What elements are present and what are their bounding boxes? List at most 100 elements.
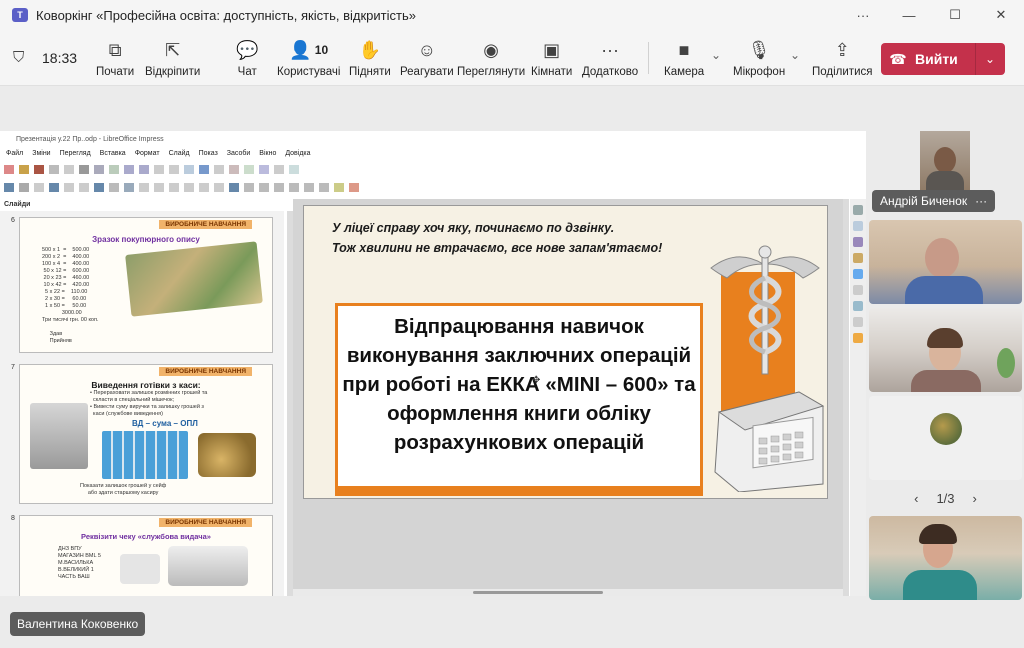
microphone-button[interactable]: 🎙 Мікрофон <box>733 38 785 78</box>
thumbnail-tag: ВИРОБНИЧЕ НАВЧАННЯ <box>159 220 252 229</box>
speaker-video[interactable] <box>920 131 970 193</box>
more-options-icon[interactable]: ··· <box>975 194 987 208</box>
save-icon[interactable] <box>34 165 44 174</box>
new-icon[interactable] <box>4 165 14 174</box>
print-icon[interactable] <box>64 165 74 174</box>
block-arrows-icon[interactable] <box>169 183 179 192</box>
open-icon[interactable] <box>19 165 29 174</box>
record-button[interactable]: ⧉ Почати <box>96 38 134 78</box>
spellcheck-icon[interactable] <box>169 165 179 174</box>
display-view-icon[interactable] <box>199 165 209 174</box>
line-icon[interactable] <box>49 183 59 192</box>
callouts-icon[interactable] <box>199 183 209 192</box>
menu-item[interactable]: Вставка <box>100 150 126 161</box>
participant-avatar-tile[interactable] <box>869 396 1022 480</box>
filter-icon[interactable] <box>334 183 344 192</box>
minimize-button[interactable]: — <box>886 0 932 30</box>
image-icon[interactable] <box>229 165 239 174</box>
chevron-left-icon[interactable]: ‹ <box>914 491 918 506</box>
ellipse-icon[interactable] <box>79 183 89 192</box>
menu-item[interactable]: Вікно <box>259 150 276 161</box>
shadow-icon[interactable] <box>304 183 314 192</box>
grid-icon[interactable] <box>184 165 194 174</box>
slide-thumbnail-6[interactable]: 6 ВИРОБНИЧЕ НАВЧАННЯ Зразок покупюрного … <box>11 217 273 353</box>
close-button[interactable]: ✕ <box>978 0 1024 30</box>
share-button[interactable]: ⇪ Поділитися <box>812 38 872 78</box>
crop-icon[interactable] <box>319 183 329 192</box>
table-icon[interactable] <box>214 165 224 174</box>
distribute-icon[interactable] <box>289 183 299 192</box>
slide-transition-icon[interactable] <box>853 221 863 231</box>
speaker-name-tag[interactable]: Андрій Биченок ··· <box>872 190 996 212</box>
slide-thumbnail-7[interactable]: 7 ВИРОБНИЧЕ НАВЧАННЯ Виведення готівки з… <box>11 364 273 504</box>
styles-icon[interactable] <box>853 237 863 247</box>
arrange-icon[interactable] <box>274 183 284 192</box>
arrow-icon[interactable] <box>94 183 104 192</box>
select-icon[interactable] <box>4 183 14 192</box>
current-slide[interactable]: У ліцеї справу хоч яку, починаємо по дзв… <box>303 205 828 499</box>
menu-item[interactable]: Засоби <box>227 150 251 161</box>
camera-button[interactable]: ■ Камера <box>664 38 704 78</box>
register-image <box>168 546 248 586</box>
flowchart-icon[interactable] <box>184 183 194 192</box>
align-icon[interactable] <box>259 183 269 192</box>
horizontal-scrollbar[interactable] <box>293 589 843 596</box>
menu-item[interactable]: Слайд <box>169 150 190 161</box>
react-button[interactable]: ☺ Реагувати <box>400 38 454 78</box>
text-icon[interactable] <box>34 183 44 192</box>
glue-icon[interactable] <box>349 183 359 192</box>
gallery-icon[interactable] <box>853 253 863 263</box>
rectangle-icon[interactable] <box>64 183 74 192</box>
copy-icon[interactable] <box>94 165 104 174</box>
popout-button[interactable]: ⇱ Відкріпити <box>145 38 200 78</box>
fontwork-icon[interactable] <box>289 165 299 174</box>
paste-icon[interactable] <box>109 165 119 174</box>
rooms-button[interactable]: ▣ Кімнати <box>531 38 572 78</box>
menu-item[interactable]: Файл <box>6 150 23 161</box>
symbol-shapes-icon[interactable] <box>154 183 164 192</box>
special-char-icon[interactable] <box>274 165 284 174</box>
people-button[interactable]: 👤 10 Користувачі <box>277 38 340 78</box>
raise-hand-button[interactable]: ✋ Підняти <box>349 38 391 78</box>
stars-icon[interactable] <box>214 183 224 192</box>
participant-video-tile[interactable] <box>869 308 1022 392</box>
connector-icon[interactable] <box>124 183 134 192</box>
slide-layouts-icon[interactable] <box>853 333 863 343</box>
chat-button[interactable]: 💬 Чат <box>236 38 258 78</box>
cut-icon[interactable] <box>79 165 89 174</box>
menu-item[interactable]: Перегляд <box>60 150 91 161</box>
find-icon[interactable] <box>154 165 164 174</box>
slide-thumbnail-8[interactable]: 8 ВИРОБНИЧЕ НАВЧАННЯ Реквізити чеку «слу… <box>11 515 273 596</box>
leave-chevron-down-icon[interactable]: ⌄ <box>976 52 1004 66</box>
menu-item[interactable]: Зміни <box>32 150 50 161</box>
participant-video-tile[interactable] <box>869 220 1022 304</box>
participant-video-tile[interactable] <box>869 516 1022 600</box>
vertical-scrollbar[interactable] <box>843 199 849 596</box>
chart-icon[interactable] <box>244 165 254 174</box>
menu-item[interactable]: Довідка <box>285 150 310 161</box>
redo-icon[interactable] <box>139 165 149 174</box>
view-button[interactable]: ◉ Переглянути <box>457 38 525 78</box>
textbox-icon[interactable] <box>259 165 269 174</box>
rotate-icon[interactable] <box>244 183 254 192</box>
menu-item[interactable]: Показ <box>199 150 218 161</box>
menu-item[interactable]: Формат <box>135 150 160 161</box>
master-slides-icon[interactable] <box>853 301 863 311</box>
undo-icon[interactable] <box>124 165 134 174</box>
curve-icon[interactable] <box>109 183 119 192</box>
window-more-button[interactable]: ··· <box>840 0 886 30</box>
zoom-icon[interactable] <box>19 183 29 192</box>
camera-chevron-down-icon[interactable]: ⌄ <box>711 48 721 62</box>
navigator-icon[interactable] <box>853 269 863 279</box>
leave-button[interactable]: ☎ Вийти ⌄ <box>881 43 1005 75</box>
mic-chevron-down-icon[interactable]: ⌄ <box>790 48 800 62</box>
properties-icon[interactable] <box>853 205 863 215</box>
3d-objects-icon[interactable] <box>229 183 239 192</box>
chevron-right-icon[interactable]: › <box>973 491 977 506</box>
more-button[interactable]: ··· Додатково <box>582 38 638 78</box>
shapes-icon[interactable] <box>139 183 149 192</box>
export-icon[interactable] <box>49 165 59 174</box>
maximize-button[interactable]: ☐ <box>932 0 978 30</box>
animation-icon[interactable] <box>853 317 863 327</box>
shapes-icon[interactable] <box>853 285 863 295</box>
